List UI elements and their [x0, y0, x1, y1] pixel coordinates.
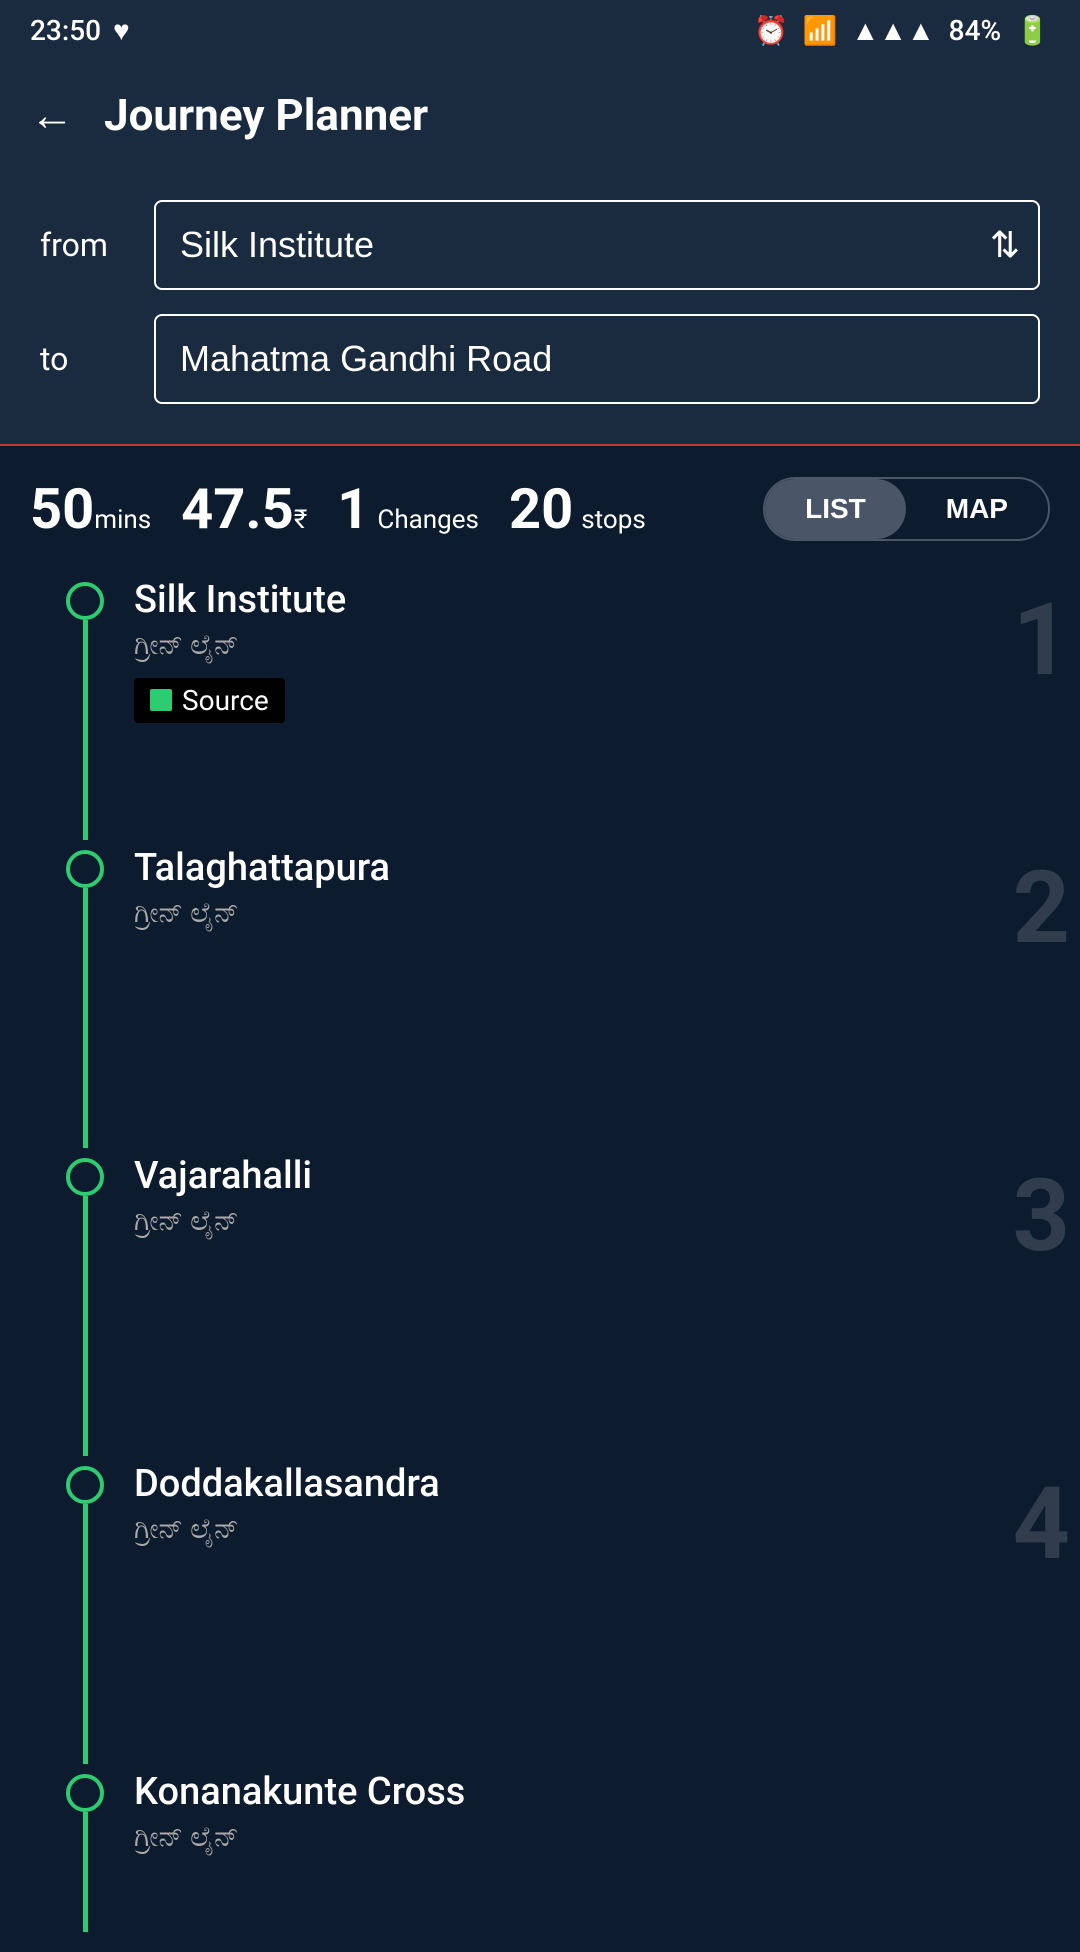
battery-icon: 🔋 — [1015, 14, 1050, 47]
stop-content: Vajarahalli ಗ್ರೀನ್ ಲೈನ್ — [134, 1148, 1080, 1456]
stop-line-name: ಗ್ರೀನ್ ಲೈನ್ — [134, 1820, 1080, 1854]
source-badge: Source — [134, 678, 285, 723]
swap-icon[interactable]: ⇅ — [990, 224, 1020, 266]
to-input-wrapper — [154, 314, 1040, 404]
page-title: Journey Planner — [104, 89, 428, 141]
alarm-icon: ⏰ — [754, 14, 789, 47]
status-time: 23:50 — [30, 14, 101, 47]
stop-number-4: 4 — [1013, 1466, 1070, 1583]
stop-line — [83, 620, 88, 840]
stop-item: Konanakunte Cross ಗ್ರೀನ್ ಲೈನ್ — [60, 1764, 1080, 1932]
to-label: to — [40, 340, 130, 378]
status-left: 23:50 ♥ — [30, 14, 130, 47]
stops-list: Silk Institute ಗ್ರೀನ್ ಲೈನ್ Source 1 Tala… — [0, 552, 1080, 1952]
stop-line — [83, 1812, 88, 1932]
status-right: ⏰ 📶 ▲▲▲ 84% 🔋 — [754, 14, 1050, 47]
wifi-icon: 📶 — [803, 14, 838, 47]
stop-circle — [66, 1466, 104, 1504]
stop-circle — [66, 582, 104, 620]
from-input[interactable] — [154, 200, 1040, 290]
price-stat: 47.5 ₹ — [181, 476, 307, 542]
stop-line-col — [60, 1764, 110, 1932]
from-input-wrapper: ⇅ — [154, 200, 1040, 290]
source-badge-dot — [150, 689, 172, 711]
stop-content: Silk Institute ಗ್ರೀನ್ ಲೈನ್ Source — [134, 572, 1080, 840]
stops-stat: 20 stops — [509, 476, 646, 542]
stop-item: Silk Institute ಗ್ರೀನ್ ಲೈನ್ Source 1 — [60, 572, 1080, 840]
stop-name: Talaghattapura — [134, 846, 1080, 892]
stop-line — [83, 1196, 88, 1456]
stop-content: Talaghattapura ಗ್ರೀನ್ ಲೈನ್ — [134, 840, 1080, 1148]
stop-line-col — [60, 1148, 110, 1456]
journey-info-bar: 50 mins 47.5 ₹ 1 Changes 20 stops LIST M… — [0, 446, 1080, 552]
view-toggle: LIST MAP — [763, 477, 1050, 541]
heart-icon: ♥ — [113, 14, 130, 47]
stop-line-name: ಗ್ರೀನ್ ಲೈನ್ — [134, 1204, 1080, 1238]
stop-number-3: 3 — [1013, 1158, 1070, 1275]
stop-name: Doddakallasandra — [134, 1462, 1080, 1508]
price-value: 47.5 — [181, 476, 294, 542]
search-section: from ⇅ to — [0, 170, 1080, 446]
stop-content: Konanakunte Cross ಗ್ರೀನ್ ಲೈನ್ — [134, 1764, 1080, 1932]
list-view-button[interactable]: LIST — [765, 479, 906, 539]
duration-value: 50 — [30, 476, 94, 542]
stop-number-2: 2 — [1013, 850, 1070, 967]
from-label: from — [40, 226, 130, 264]
stop-circle — [66, 1158, 104, 1196]
map-view-button[interactable]: MAP — [906, 479, 1048, 539]
to-input[interactable] — [154, 314, 1040, 404]
source-badge-text: Source — [182, 684, 269, 717]
stop-name: Silk Institute — [134, 578, 1080, 624]
stop-line-name: ಗ್ರೀನ್ ಲೈನ್ — [134, 1512, 1080, 1546]
stops-label: stops — [581, 505, 646, 535]
battery-level: 84% — [949, 14, 1001, 47]
price-unit: ₹ — [294, 505, 307, 535]
stop-name: Konanakunte Cross — [134, 1770, 1080, 1816]
app-bar: ← Journey Planner — [0, 60, 1080, 170]
status-bar: 23:50 ♥ ⏰ 📶 ▲▲▲ 84% 🔋 — [0, 0, 1080, 60]
stop-item: Talaghattapura ಗ್ರೀನ್ ಲೈನ್ 2 — [60, 840, 1080, 1148]
back-button[interactable]: ← — [30, 89, 74, 141]
stop-line-name: ಗ್ರೀನ್ ಲೈನ್ — [134, 896, 1080, 930]
stop-line-name: ಗ್ರೀನ್ ಲೈನ್ — [134, 628, 1080, 662]
signal-icon: ▲▲▲ — [852, 14, 935, 47]
stop-item: Doddakallasandra ಗ್ರೀನ್ ಲೈನ್ 4 — [60, 1456, 1080, 1764]
from-row: from ⇅ — [40, 200, 1040, 290]
stop-circle — [66, 1774, 104, 1812]
stop-circle — [66, 850, 104, 888]
stop-line — [83, 1504, 88, 1764]
changes-value: 1 — [337, 476, 369, 542]
stop-line-col — [60, 572, 110, 840]
stop-line — [83, 888, 88, 1148]
duration-stat: 50 mins — [30, 476, 151, 542]
stop-line-col — [60, 840, 110, 1148]
changes-label: Changes — [377, 505, 479, 535]
changes-stat: 1 Changes — [337, 476, 479, 542]
stops-value: 20 — [509, 476, 573, 542]
stop-name: Vajarahalli — [134, 1154, 1080, 1200]
to-row: to — [40, 314, 1040, 404]
stop-item: Vajarahalli ಗ್ರೀನ್ ಲೈನ್ 3 — [60, 1148, 1080, 1456]
stop-number-1: 1 — [1013, 582, 1070, 699]
duration-unit: mins — [94, 505, 151, 535]
stop-line-col — [60, 1456, 110, 1764]
stop-content: Doddakallasandra ಗ್ರೀನ್ ಲೈನ್ — [134, 1456, 1080, 1764]
